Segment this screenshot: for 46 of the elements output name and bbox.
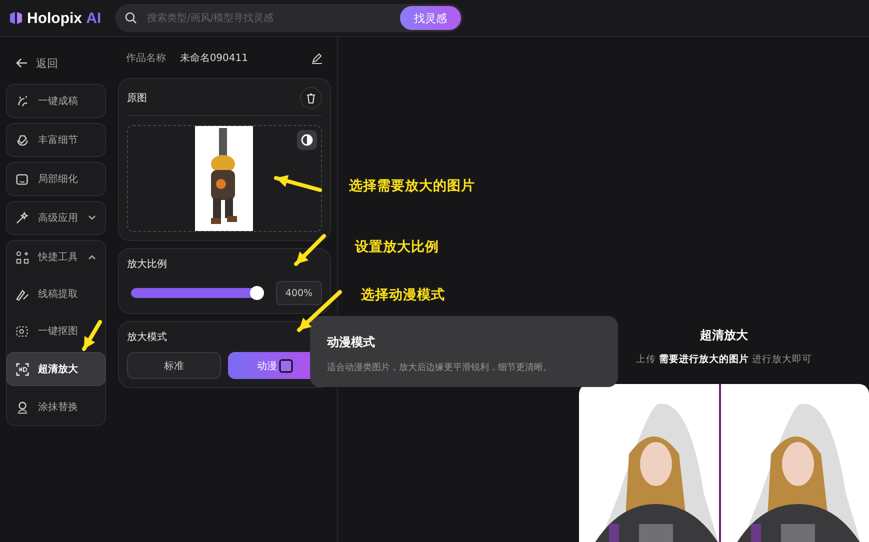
logo-icon (10, 11, 22, 25)
square-icon (278, 358, 293, 372)
sidebar-group[interactable]: 快捷工具 (7, 241, 105, 273)
sidebar-item[interactable]: 丰富细节 (6, 123, 106, 157)
back-arrow-icon (16, 58, 28, 68)
artwork-name: 未命名090411 (180, 52, 248, 65)
annotation-text: 选择动漫模式 (361, 286, 445, 304)
pointer-arrow (294, 234, 326, 266)
annotation-text: 设置放大比例 (355, 238, 439, 256)
compare-button[interactable] (297, 130, 317, 150)
edit-icon[interactable] (311, 52, 323, 64)
image-cutout-icon (15, 324, 30, 338)
sidebar-item[interactable]: 一键抠图 (7, 315, 105, 347)
mode-button[interactable]: 标准 (126, 352, 221, 379)
magic-wand-icon (15, 210, 30, 226)
sidebar-group[interactable]: 高级应用 (6, 201, 106, 235)
annotation-text: 选择需要放大的图片 (349, 177, 475, 195)
trash-icon (306, 92, 316, 104)
sidebar-item[interactable]: 局部细化 (6, 162, 106, 196)
pointer-arrow (274, 175, 322, 192)
card-title: 放大比例 (126, 259, 167, 270)
sidebar-item[interactable]: 一键成稿 (6, 84, 106, 118)
scale-slider[interactable] (130, 286, 264, 300)
main-subtitle: 上传 需要进行放大的图片 进行放大即可 (636, 353, 812, 366)
delete-button[interactable] (300, 87, 322, 109)
tooltip-title: 动漫模式 (327, 334, 376, 351)
slider-thumb[interactable] (250, 286, 264, 300)
back-link[interactable]: 返回 (16, 49, 106, 77)
sidebar-item[interactable]: 涂抹替换 (7, 391, 105, 423)
grid-icon (15, 250, 30, 264)
logo-text: Holopix AI (27, 10, 102, 26)
contrast-icon (301, 134, 313, 146)
pointer-arrow (82, 320, 102, 351)
card-title: 放大模式 (126, 332, 167, 343)
hd-frame-icon (15, 362, 30, 376)
tooltip-text: 适合动漫类图片，放大后边缘更平滑锐利，细节更清晰。 (327, 362, 553, 374)
search-field[interactable]: 搜索类型/画风/模型寻找灵感 找灵感 (115, 4, 463, 32)
scale-value-field[interactable]: 400% (276, 281, 322, 305)
search-button[interactable]: 找灵感 (400, 6, 461, 30)
sidebar-item[interactable]: 线稿提取 (7, 278, 105, 310)
main-title: 超清放大 (700, 327, 748, 344)
search-icon (125, 12, 137, 24)
card-title: 原图 (126, 92, 147, 105)
image-drop-area[interactable] (126, 125, 322, 232)
name-label: 作品名称 (126, 52, 166, 65)
sidebar-item[interactable]: 超清放大 (6, 352, 106, 386)
